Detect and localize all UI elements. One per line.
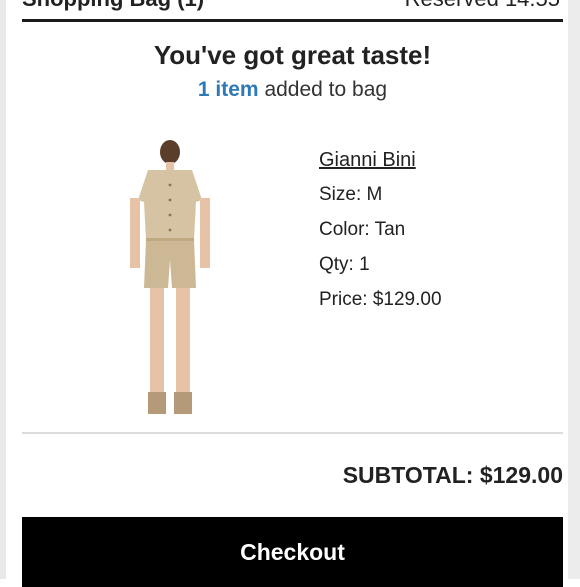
product-image[interactable]: [118, 140, 228, 422]
header-divider: [22, 19, 563, 22]
product-color: Color: Tan: [319, 219, 406, 240]
checkout-button[interactable]: Checkout: [22, 517, 563, 587]
left-edge: [0, 0, 6, 579]
added-text: added to bag: [264, 78, 388, 101]
confirmation-subline: 1 item added to bag: [22, 78, 563, 102]
bag-title: Shopping Bag (1): [22, 0, 204, 12]
reservation-timer: Reserved 14:55: [405, 0, 560, 12]
item-count: 1 item: [197, 78, 259, 101]
scrollbar-track[interactable]: [568, 0, 580, 579]
subtotal: SUBTOTAL: $129.00: [342, 462, 563, 488]
confirmation-headline: You've got great taste!: [153, 40, 432, 70]
checkout-label: Checkout: [240, 539, 345, 565]
product-details: Gianni Bini Size: M Color: Tan Qty: 1 Pr…: [319, 146, 442, 321]
section-divider: [22, 432, 563, 434]
product-qty: Qty: 1: [319, 254, 370, 275]
product-size: Size: M: [319, 184, 383, 205]
bag-header: Shopping Bag (1) Reserved 14:55: [22, 0, 560, 12]
product-price: Price: $129.00: [319, 289, 442, 310]
product-brand-link[interactable]: Gianni Bini: [319, 149, 416, 171]
